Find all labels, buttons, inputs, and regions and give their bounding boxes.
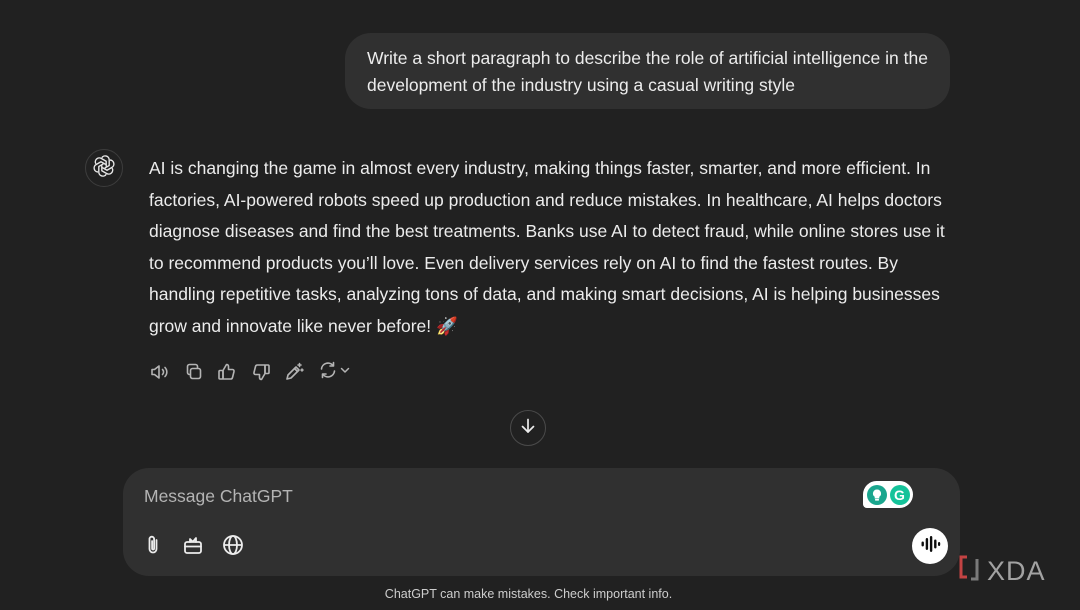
- scroll-to-bottom-button[interactable]: [510, 410, 546, 446]
- read-aloud-button[interactable]: [149, 361, 171, 383]
- voice-mode-button[interactable]: [912, 528, 948, 564]
- tools-button[interactable]: [180, 534, 206, 560]
- disclaimer-text: ChatGPT can make mistakes. Check importa…: [384, 587, 673, 601]
- speaker-icon: [149, 361, 171, 383]
- arrow-down-icon: [518, 416, 538, 441]
- grammarly-letter: G: [894, 486, 905, 503]
- copy-icon: [183, 361, 205, 383]
- message-actions: [149, 359, 351, 385]
- search-web-button[interactable]: [220, 534, 246, 560]
- regenerate-button[interactable]: [317, 359, 351, 386]
- voice-waveform-icon: [919, 533, 941, 560]
- attach-button[interactable]: [140, 534, 166, 560]
- refresh-icon: [317, 359, 339, 386]
- toolbox-icon: [181, 533, 205, 562]
- copy-button[interactable]: [183, 361, 205, 383]
- xda-logo-text: XDA: [987, 555, 1046, 586]
- openai-logo-icon: [92, 154, 116, 183]
- edit-in-canvas-button[interactable]: [283, 361, 305, 383]
- chat-page: Write a short paragraph to describe the …: [0, 0, 1080, 610]
- lightbulb-icon: [866, 484, 887, 505]
- chevron-down-icon: [339, 363, 351, 381]
- globe-icon: [221, 533, 245, 562]
- thumbs-up-icon: [216, 361, 238, 383]
- good-response-button[interactable]: [216, 361, 238, 383]
- paperclip-icon: [141, 533, 165, 562]
- xda-bracket-icon: [957, 553, 981, 588]
- message-composer: G: [123, 468, 960, 576]
- assistant-avatar: [85, 149, 123, 187]
- xda-watermark: XDA: [957, 553, 1046, 588]
- user-message-bubble: Write a short paragraph to describe the …: [345, 33, 950, 109]
- grammarly-icon: G: [889, 484, 910, 505]
- assistant-message-text: AI is changing the game in almost every …: [149, 158, 945, 336]
- bad-response-button[interactable]: [250, 361, 272, 383]
- pen-sparkle-icon: [283, 361, 305, 383]
- grammarly-extension-badge[interactable]: G: [863, 481, 913, 508]
- user-message-text: Write a short paragraph to describe the …: [367, 48, 928, 95]
- message-input[interactable]: [144, 484, 844, 508]
- thumbs-down-icon: [250, 361, 272, 383]
